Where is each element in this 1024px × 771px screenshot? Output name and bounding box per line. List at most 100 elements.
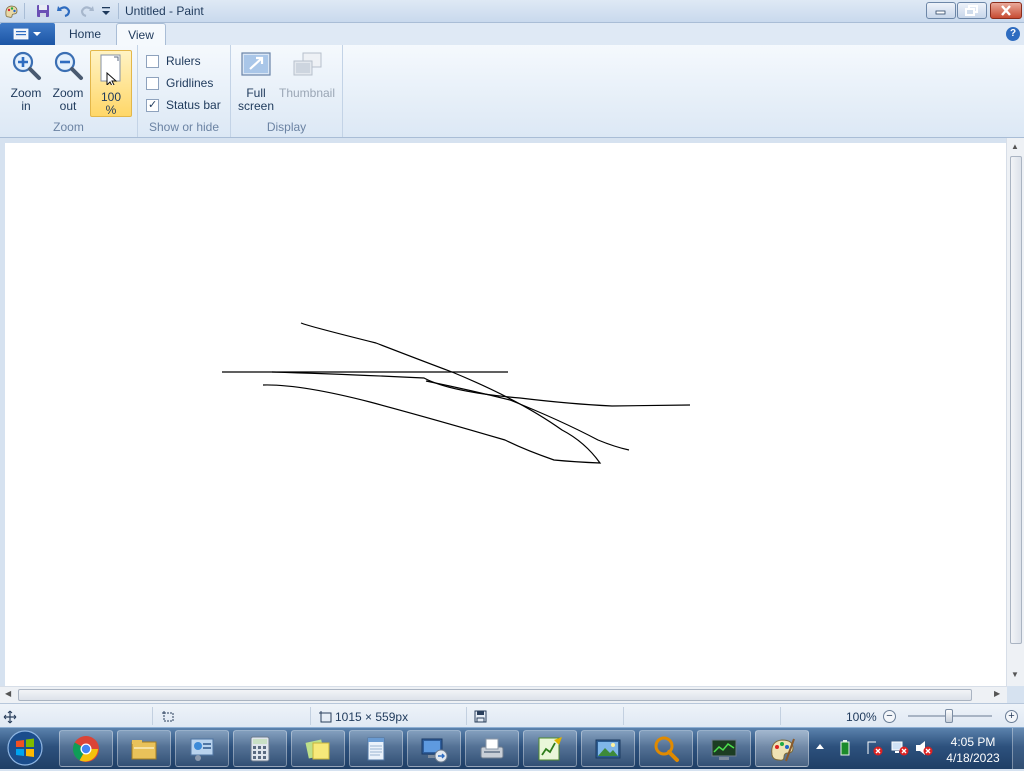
ribbon-view-panel: Zoom in Zoom out 100 % Zoom Show or hide… [0,45,1024,138]
title-bar: Untitled - Paint [0,0,1024,23]
horizontal-scroll-thumb[interactable] [18,689,972,701]
status-bar-checkbox-box[interactable]: ✓ [146,99,159,112]
gridlines-checkbox-box[interactable] [146,77,159,90]
zoom-out-button[interactable]: Zoom out [47,49,89,113]
undo-icon[interactable] [56,3,72,19]
file-explorer-icon [131,740,157,760]
taskbar-paint-chart[interactable] [523,730,577,767]
drawing-canvas[interactable] [5,143,1008,686]
taskbar-resource-monitor[interactable] [697,730,751,767]
image-size-text: 1015 × 559px [335,710,409,724]
tab-home[interactable]: Home [60,23,110,45]
taskbar-chrome[interactable] [59,730,113,767]
taskbar-calculator[interactable] [233,730,287,767]
help-button[interactable]: ? [1006,27,1020,41]
zoom-level-text: 100% [846,710,877,724]
paint-chart-icon [538,737,562,761]
show-hidden-icons-icon[interactable] [815,742,825,752]
freehand-drawing [222,322,691,464]
save-icon[interactable] [35,3,51,19]
rulers-label: Rulers [166,54,201,68]
network-icon[interactable] [891,740,909,756]
minimize-button[interactable] [926,2,956,19]
zoom-in-button[interactable]: Zoom in [5,49,47,113]
zoom-out-label-line2: out [59,99,77,113]
cursor-position-icon [3,710,17,724]
paint-app-icon[interactable] [3,3,19,19]
battery-icon[interactable] [838,740,852,756]
action-center-icon[interactable] [866,740,884,756]
close-button[interactable] [990,2,1022,19]
workspace [0,138,1024,686]
zoom-100-button[interactable]: 100 % [90,50,132,117]
start-button[interactable] [3,729,47,768]
show-desktop-button[interactable] [1012,728,1024,769]
show-or-hide-group-label: Show or hide [148,120,220,134]
customize-qat-icon[interactable] [99,3,115,19]
taskbar-sticky-notes[interactable] [291,730,345,767]
status-zoom-out-button[interactable]: − [883,710,896,723]
taskbar-magnifier[interactable] [639,730,693,767]
restore-icon [965,5,978,16]
paint-icon [771,738,795,762]
status-bar: 1015 × 559px 100% − + [0,703,1024,728]
windows-logo-icon [7,730,43,766]
control-panel-icon [190,738,214,761]
restore-button[interactable] [957,2,987,19]
taskbar-remote-desktop[interactable] [407,730,461,767]
vertical-scroll-thumb[interactable] [1010,156,1022,644]
scroll-down-icon[interactable]: ▼ [1011,670,1019,679]
vertical-scrollbar[interactable]: ▲ ▼ [1006,138,1024,686]
chrome-icon [72,736,99,762]
scroll-right-icon[interactable]: ▶ [994,689,1000,698]
full-screen-label-line2: screen [237,99,275,113]
checkmark-icon: ✓ [148,99,158,111]
calculator-icon [250,736,270,762]
window-title: Untitled - Paint [125,4,204,18]
taskbar-photo-viewer[interactable] [581,730,635,767]
zoom-in-label-line2: in [21,99,31,113]
thumbnail-button[interactable]: Thumbnail [277,49,337,100]
taskbar-paint[interactable] [755,730,809,767]
remote-desktop-icon [421,738,448,763]
scroll-left-icon[interactable]: ◀ [5,689,11,698]
paint-menu-icon [13,28,41,40]
paint-menu-button[interactable] [0,23,55,45]
file-size-icon [474,710,487,723]
gridlines-label: Gridlines [166,76,214,90]
magnifier-icon [654,736,679,762]
zoom-slider-thumb[interactable] [945,709,953,723]
actual-size-icon [100,54,121,87]
image-size-icon [319,711,332,723]
clock-date[interactable]: 4/18/2023 [938,751,1008,765]
status-zoom-in-button[interactable]: + [1005,710,1018,723]
taskbar-fax-scan[interactable] [465,730,519,767]
taskbar: 4:05 PM 4/18/2023 [0,727,1024,769]
status-bar-label: Status bar [166,98,221,112]
fax-scan-icon [480,738,504,759]
notepad-icon [367,737,385,761]
zoom-group: Zoom in Zoom out 100 % Zoom [0,45,138,137]
minimize-icon [935,10,946,15]
close-icon [1001,5,1011,16]
tab-view[interactable]: View [116,23,166,45]
selection-size-icon [162,711,174,722]
taskbar-control-panel[interactable] [175,730,229,767]
resource-monitor-icon [711,739,737,760]
sticky-notes-icon [305,739,330,760]
clock-time[interactable]: 4:05 PM [938,735,1008,749]
scroll-up-icon[interactable]: ▲ [1011,142,1019,151]
rulers-checkbox-box[interactable] [146,55,159,68]
horizontal-scrollbar[interactable]: ◀ ▶ [0,686,1007,703]
thumbnail-icon [293,52,322,76]
full-screen-button[interactable]: Full screen [236,49,276,113]
taskbar-notepad[interactable] [349,730,403,767]
ribbon-tab-row: Home View ? [0,23,1024,45]
thumbnail-label: Thumbnail [278,86,336,100]
display-group-label: Display [266,120,307,134]
volume-muted-icon[interactable] [915,740,933,756]
full-screen-icon [241,52,271,76]
photo-viewer-icon [595,739,621,759]
taskbar-file-explorer[interactable] [117,730,171,767]
redo-icon[interactable] [79,3,95,19]
